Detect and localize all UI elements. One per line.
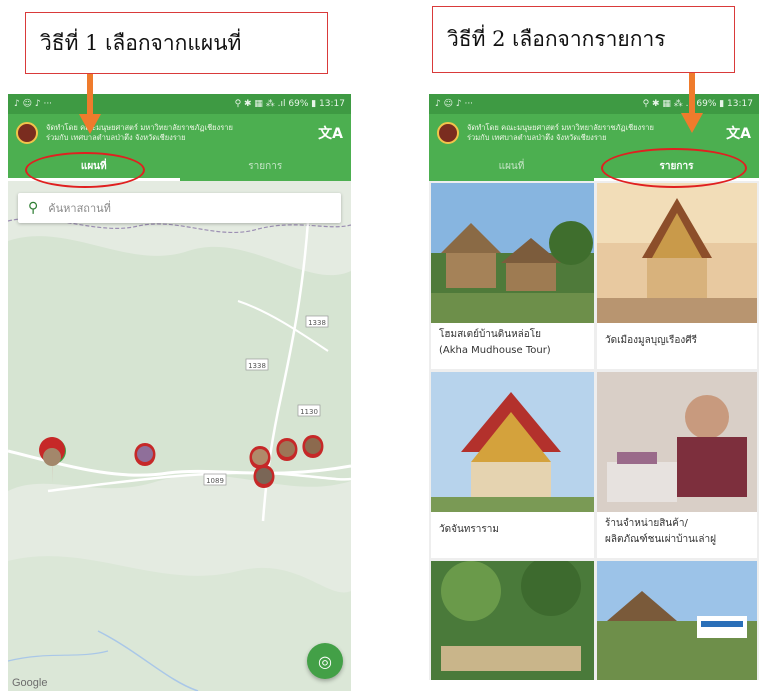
search-bar[interactable]: ⚲ ค้นหาสถานที่: [18, 193, 341, 223]
place-name-sub: (Akha Mudhouse Tour): [439, 345, 551, 356]
status-bar: ♪ ☺ ♪ ··· ⚲ ✱ ▦ ⁂ .ıl 69% ▮ 13:17: [429, 94, 759, 114]
place-card[interactable]: วัดเมืองมูลบุญเรืองศีรี: [597, 183, 757, 369]
callout-method-2-text: วิธีที่ 2 เลือกจากรายการ: [447, 27, 666, 51]
translate-icon[interactable]: 文A: [318, 123, 343, 143]
svg-text:1089: 1089: [206, 477, 224, 485]
app-bar: จัดทำโดย คณะมนุษยศาสตร์ มหาวิทยาลัยราชภั…: [8, 114, 351, 152]
highlight-tab-list: [601, 148, 747, 188]
road-label: 1338: [305, 315, 329, 328]
tab-list[interactable]: รายการ: [180, 152, 352, 181]
place-card[interactable]: [431, 561, 594, 680]
place-list: โฮมสเตย์บ้านดินหล่อโย (Akha Mudhouse Tou…: [429, 181, 759, 680]
place-name: วัดเมืองมูลบุญเรืองศีรี: [605, 335, 697, 346]
place-card[interactable]: ร้านจำหน่ายสินค้า/ ผลิตภัณฑ์ชนเผ่าบ้านเล…: [597, 372, 757, 558]
place-photo: [431, 372, 594, 512]
callout-method-1-text: วิธีที่ 1 เลือกจากแผนที่: [40, 30, 242, 55]
app-bar: จัดทำโดย คณะมนุษยศาสตร์ มหาวิทยาลัยราชภั…: [429, 114, 759, 152]
university-logo: [437, 122, 459, 144]
place-card[interactable]: วัดจันทราราม: [431, 372, 594, 558]
svg-text:1338: 1338: [248, 362, 266, 370]
place-name: วัดจันทราราม: [439, 524, 499, 535]
place-photo: [597, 372, 757, 512]
google-logo: Google: [12, 677, 48, 689]
search-icon: ⚲: [28, 200, 39, 216]
status-left: ♪ ☺ ♪ ···: [435, 99, 474, 109]
status-left: ♪ ☺ ♪ ···: [14, 99, 53, 109]
arrow-down-icon: [681, 73, 703, 133]
highlight-tab-map: [25, 152, 145, 188]
map-area[interactable]: 1338 1338 1130 1089 ⚲ ค้นหาสถานที่ ◎ Goo…: [8, 181, 351, 691]
svg-text:1130: 1130: [300, 408, 318, 416]
status-bar: ♪ ☺ ♪ ··· ⚲ ✱ ▦ ⁂ .ıl 69% ▮ 13:17: [8, 94, 351, 114]
place-card[interactable]: [597, 561, 757, 680]
arrow-down-icon: [79, 74, 101, 134]
callout-method-2: วิธีที่ 2 เลือกจากรายการ: [432, 6, 735, 73]
map-canvas: 1338 1338 1130 1089: [8, 181, 351, 691]
place-name-sub: ผลิตภัณฑ์ชนเผ่าบ้านเล่าฝู: [605, 534, 716, 545]
svg-text:1338: 1338: [308, 319, 326, 327]
road-label: 1130: [297, 404, 321, 417]
place-name: โฮมสเตย์บ้านดินหล่อโย: [439, 329, 542, 340]
my-location-icon[interactable]: ◎: [307, 643, 343, 679]
translate-icon[interactable]: 文A: [726, 123, 751, 143]
place-photo: [597, 183, 757, 323]
place-photo: [431, 183, 594, 323]
place-name: ร้านจำหน่ายสินค้า/: [605, 518, 688, 529]
place-card[interactable]: โฮมสเตย์บ้านดินหล่อโย (Akha Mudhouse Tou…: [431, 183, 594, 369]
tab-map[interactable]: แผนที่: [429, 152, 594, 181]
place-photo: [431, 561, 594, 680]
road-label: 1338: [245, 358, 269, 371]
university-logo: [16, 122, 38, 144]
status-right: ⚲ ✱ ▦ ⁂ .ıl 69% ▮ 13:17: [234, 99, 345, 109]
search-input[interactable]: ค้นหาสถานที่: [48, 199, 111, 217]
road-label: 1089: [203, 473, 227, 486]
place-photo: [597, 561, 757, 680]
forest-area: [8, 556, 351, 691]
callout-method-1: วิธีที่ 1 เลือกจากแผนที่: [25, 12, 328, 74]
